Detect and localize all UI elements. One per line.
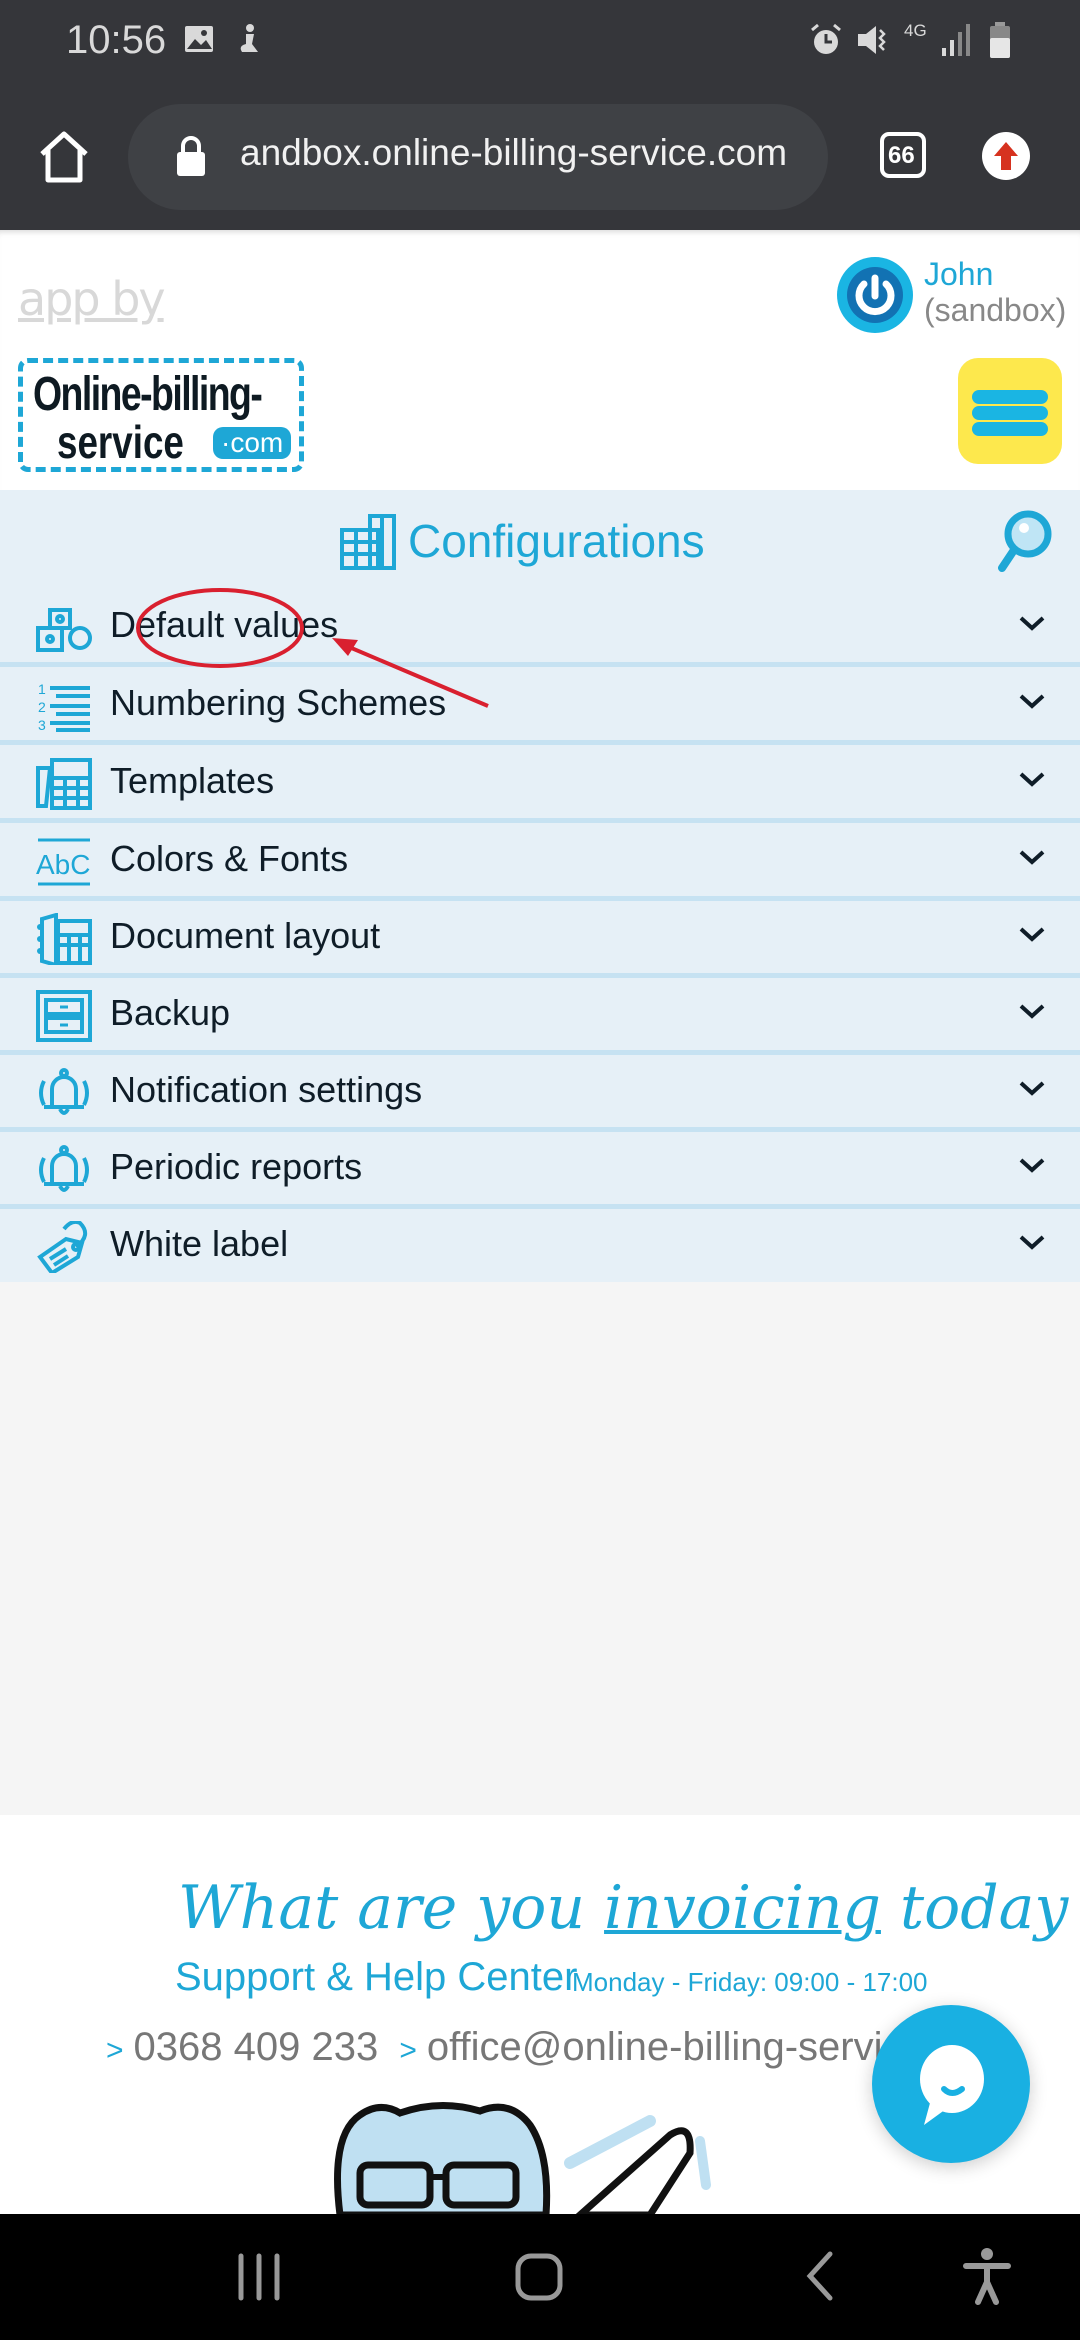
update-arrow-icon [994,142,1018,170]
tab-count: 66 [888,142,915,169]
chevron-down-icon[interactable] [1018,925,1046,945]
accessibility-icon[interactable] [962,2246,1012,2306]
logo-line-2: service [57,416,184,468]
config-item-notification-settings[interactable]: Notification settings [0,1055,1080,1132]
status-time: 10:56 [66,18,167,62]
chevron-down-icon[interactable] [1018,1233,1046,1253]
contact-line: >0368 409 233 > office@online-billing-ser… [106,2025,903,2070]
numbered-list-icon: 1 2 3 [38,681,90,732]
lock-icon [177,136,205,176]
app-by-label: app by [18,272,166,326]
url-text[interactable]: andbox.online-billing-service.com [240,132,787,174]
bell-icon [39,1068,89,1115]
svg-text:2: 2 [38,699,46,715]
tagline: What are you invoicing today ? [178,1873,1080,1943]
address-bar[interactable]: andbox.online-billing-service.com [128,104,828,210]
config-item-label: Backup [110,992,231,1033]
configurations-icon [340,514,396,570]
support-hours: Monday - Friday: 09:00 - 17:00 [572,1967,928,1997]
config-item-label: Templates [110,760,275,801]
tagline-emphasis: invoicing [604,1873,881,1943]
config-item-templates[interactable]: Templates [0,746,1080,823]
battery-icon [990,22,1010,58]
alarm-icon [811,23,841,54]
chevron-down-icon[interactable] [1018,770,1046,790]
power-avatar-icon [837,257,913,333]
status-bar: 10:56 4G [0,0,1080,82]
tagline-part: today ? [900,1873,1080,1943]
browser-toolbar: andbox.online-billing-service.com 66 [0,82,1080,230]
brand-logo[interactable]: Online-billing- service ·com [18,358,304,472]
home-icon[interactable] [38,130,90,184]
tagline-part: What are you [178,1873,605,1943]
annotation-circle-arrow [136,588,489,708]
recent-apps-icon[interactable] [236,2252,286,2302]
back-icon[interactable] [804,2250,834,2304]
page-title: Configurations [408,515,705,567]
svg-text:1: 1 [38,681,46,697]
chevron-down-icon[interactable] [1018,614,1046,634]
image-icon [185,26,213,52]
chat-button[interactable] [872,2005,1030,2163]
chevron-down-icon[interactable] [1018,1079,1046,1099]
config-item-periodic-reports[interactable]: Periodic reports [0,1132,1080,1209]
chevron-right-icon: > [106,2034,124,2067]
svg-text:AbC: AbC [36,849,90,880]
home-nav-icon[interactable] [514,2252,564,2302]
backup-drawer-icon [36,990,92,1042]
chevron-right-icon: > [399,2034,417,2067]
4g-icon: 4G [904,21,927,40]
default-values-icon [36,608,92,652]
bell-icon [39,1145,89,1192]
chevron-down-icon[interactable] [1018,848,1046,868]
abc-font-icon: AbC [36,838,90,886]
tab-switcher-button[interactable]: 66 [880,132,926,178]
tag-icon [37,1221,88,1273]
config-item-backup[interactable]: Backup [0,978,1080,1055]
menu-bar-icon [972,406,1048,420]
chevron-down-icon[interactable] [1018,692,1046,712]
config-item-label: Colors & Fonts [110,838,349,879]
menu-bar-icon [972,422,1048,436]
config-item-colors-fonts[interactable]: AbC Colors & Fonts [0,824,1080,901]
update-button[interactable] [982,132,1030,180]
menu-bar-icon [972,390,1048,404]
config-item-label: Document layout [110,915,381,956]
search-icon[interactable] [994,508,1054,574]
document-layout-icon [37,913,92,965]
config-item-white-label[interactable]: White label [0,1209,1080,1282]
logo-line-1: Online-billing- [33,368,263,421]
user-environment: (sandbox) [924,292,1067,328]
email-link[interactable]: office@online-billing-servic [427,2025,903,2069]
bear-mascot-illustration [334,2102,711,2215]
chat-bubble-icon [920,2045,984,2125]
templates-icon [36,758,92,810]
chevron-down-icon[interactable] [1018,1002,1046,1022]
logo-com: ·com [213,427,292,459]
config-item-label: Notification settings [110,1069,423,1110]
config-item-label: White label [110,1223,289,1264]
site-header: app by Online-billing- service ·com John… [0,230,1080,490]
configurations-panel: Configurations Default values 123 Number… [0,490,1080,1282]
svg-text:3: 3 [38,717,46,732]
vibrate-icon [858,26,886,54]
chevron-down-icon[interactable] [1018,1156,1046,1176]
hamburger-menu-button[interactable] [958,358,1062,464]
support-center-link[interactable]: Support & Help Center [175,1955,577,2000]
phone-link[interactable]: 0368 409 233 [134,2025,379,2069]
config-item-label: Periodic reports [110,1146,363,1187]
user-name: John [924,256,994,292]
accessibility-notification-icon [240,24,258,52]
system-navigation-bar [0,2214,1080,2340]
signal-icon [942,24,970,56]
config-item-document-layout[interactable]: Document layout [0,901,1080,978]
